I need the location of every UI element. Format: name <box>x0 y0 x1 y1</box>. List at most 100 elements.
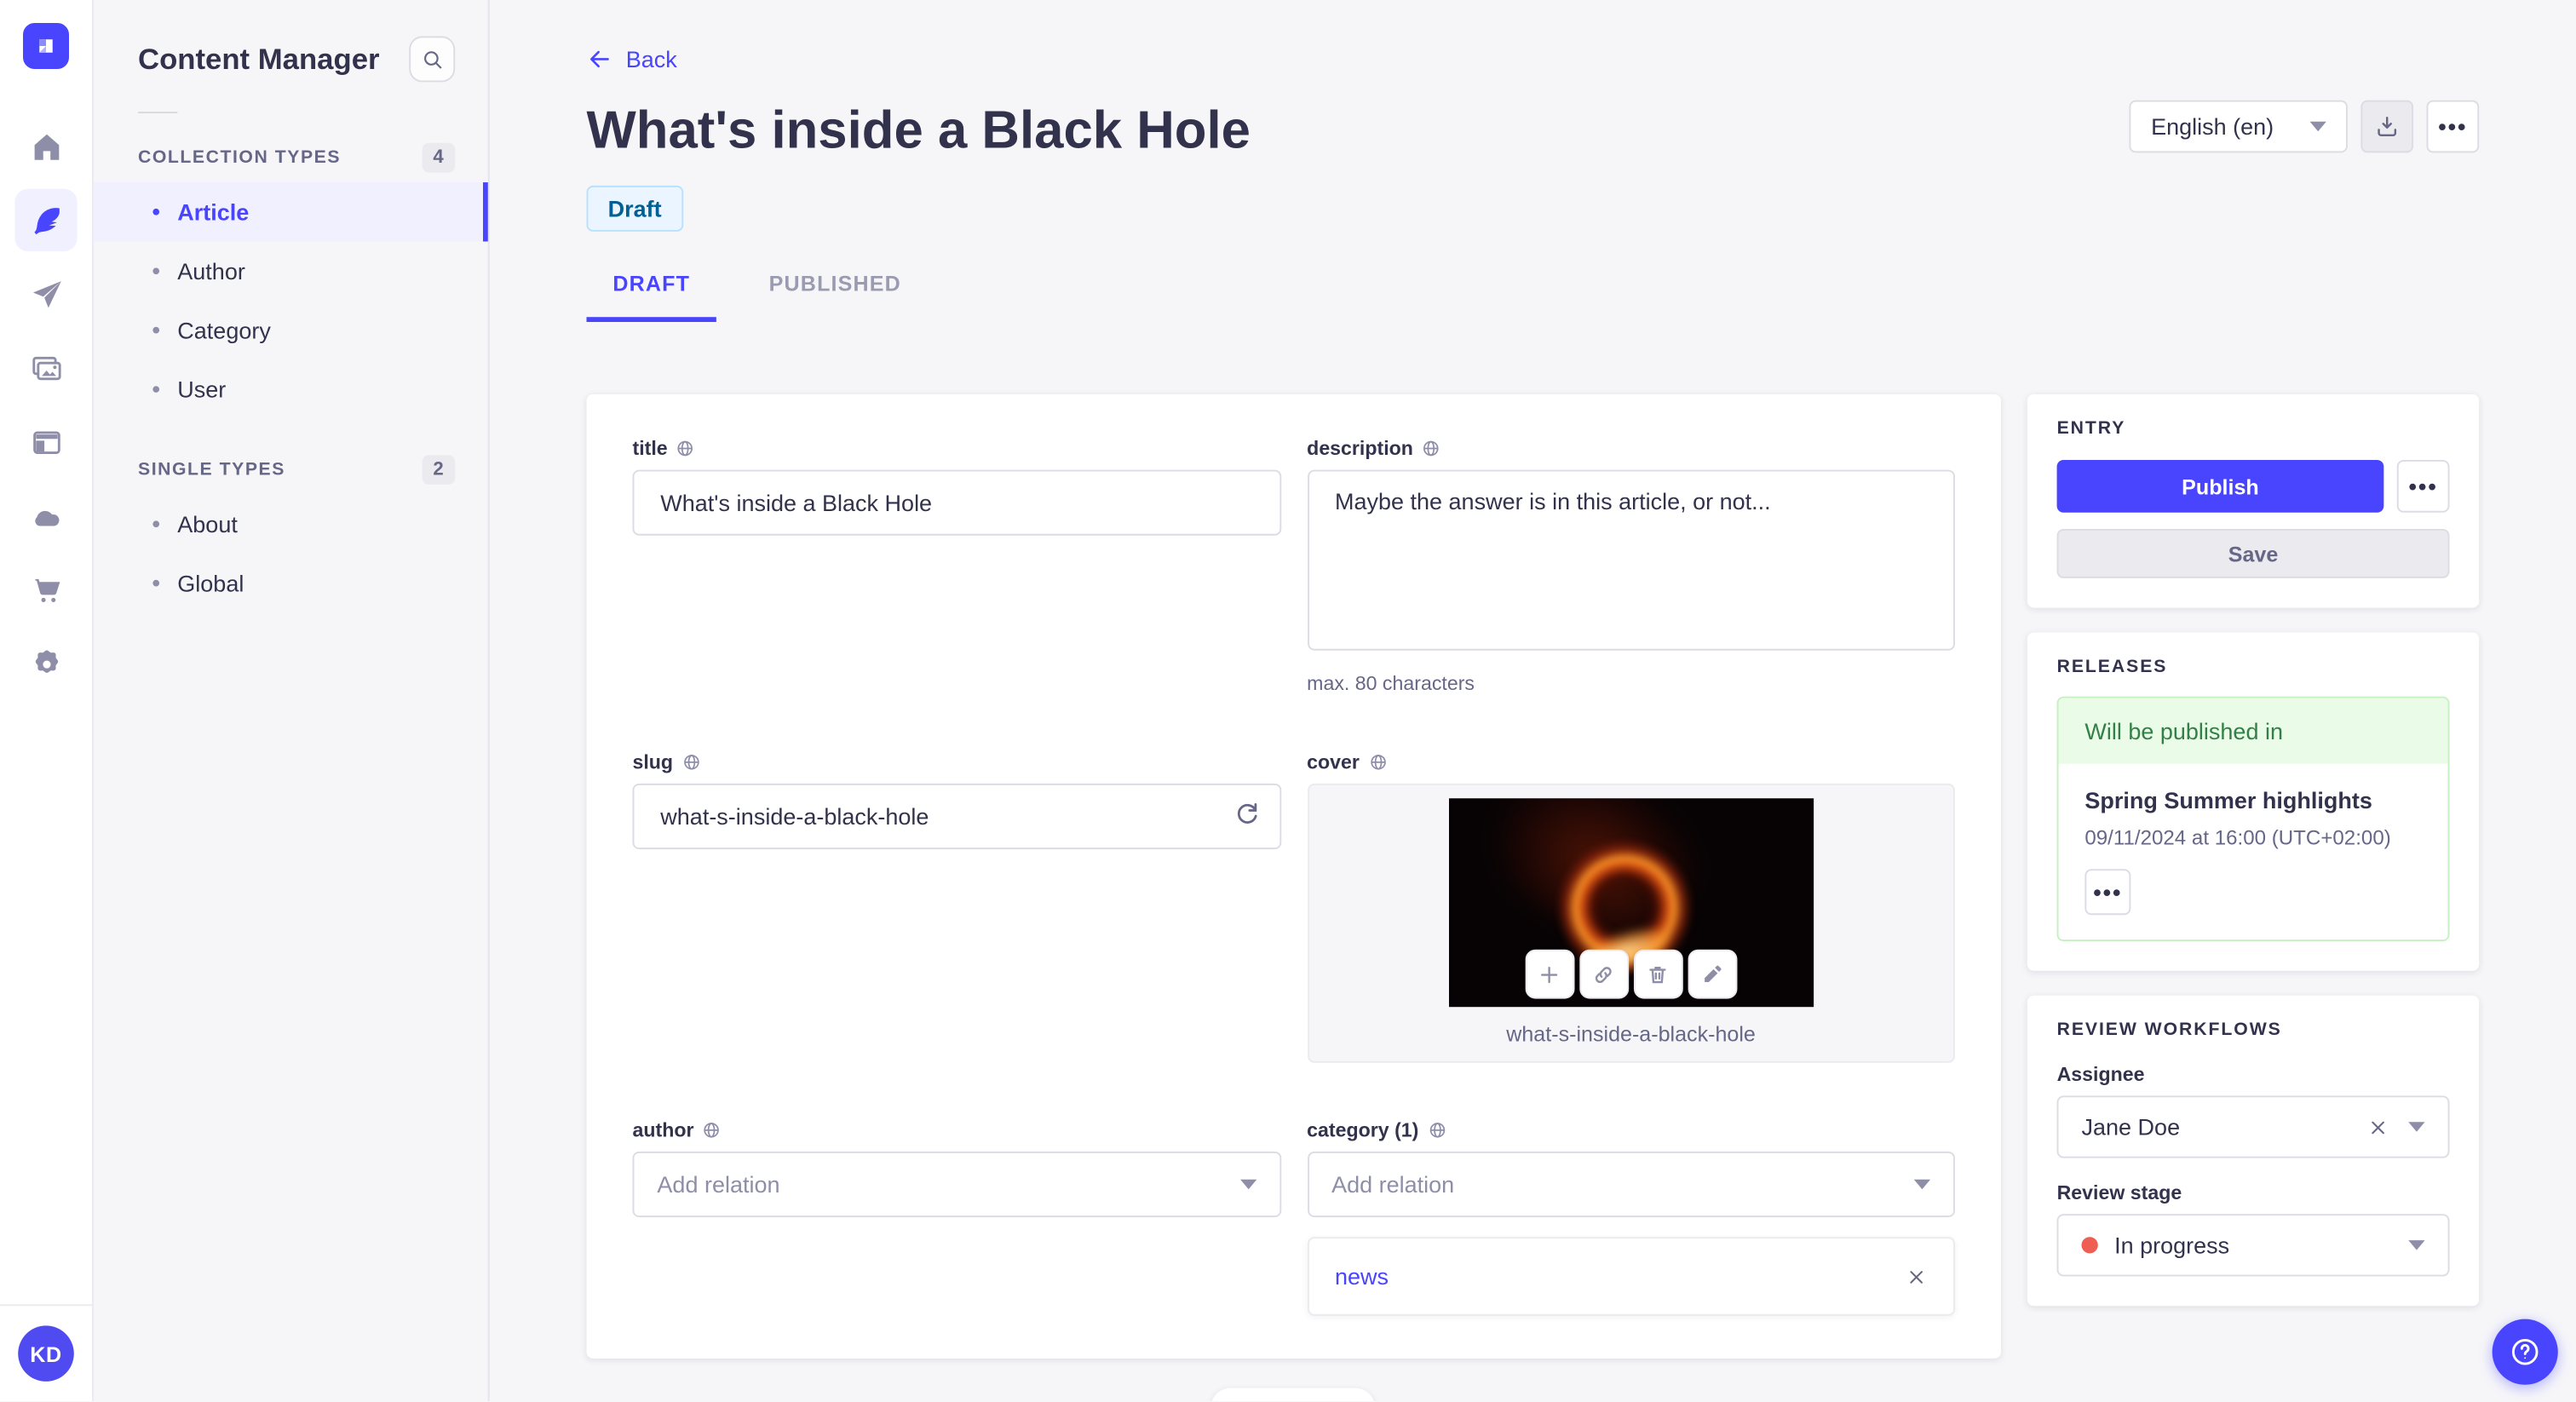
author-placeholder: Add relation <box>657 1171 780 1198</box>
bullet-dot <box>152 520 160 528</box>
globe-icon <box>1429 1123 1445 1138</box>
globe-icon <box>678 440 693 457</box>
search-icon <box>423 50 441 68</box>
trash-icon <box>1649 965 1667 983</box>
settings-icon[interactable] <box>14 632 77 694</box>
cover-image-black-hole <box>1448 798 1814 1008</box>
subnav-title: Content Manager <box>137 42 380 75</box>
home-icon[interactable] <box>14 115 77 177</box>
content-type-builder-icon[interactable] <box>14 411 77 473</box>
subnav-divider <box>137 112 178 114</box>
bullet-dot <box>152 208 160 215</box>
collection-types-list: Article Author Category User <box>93 182 488 419</box>
marketplace-icon[interactable] <box>14 559 77 621</box>
globe-icon <box>683 755 699 770</box>
chevron-down-icon <box>1239 1179 1256 1190</box>
review-panel-header: REVIEW WORKFLOWS <box>2056 1020 2282 1040</box>
cover-carousel: what-s-inside-a-black-hole <box>1307 783 1955 1063</box>
category-relation-combobox[interactable]: Add relation <box>1307 1151 1955 1218</box>
header-more-button[interactable]: ••• <box>2426 100 2480 153</box>
sidebar-item-article[interactable]: Article <box>93 182 488 242</box>
user-avatar[interactable]: KD <box>18 1325 74 1382</box>
description-field-label: description <box>1307 436 1413 460</box>
link-icon <box>1596 966 1613 983</box>
arrow-left-icon <box>589 50 609 68</box>
single-types-count: 2 <box>421 455 456 485</box>
locale-value: English (en) <box>2151 113 2274 140</box>
page-title: What's inside a Black Hole <box>586 100 1251 160</box>
releases-icon[interactable] <box>14 263 77 325</box>
bullet-dot <box>152 579 160 587</box>
field-title: title <box>632 437 1281 536</box>
section-label-collection-types: COLLECTION TYPES <box>137 147 342 168</box>
delete-asset-button[interactable] <box>1633 949 1683 999</box>
strapi-logo-glyph <box>39 39 53 53</box>
sidebar-item-about[interactable]: About <box>94 494 488 553</box>
remove-relation-icon[interactable] <box>1906 1266 1927 1287</box>
chevron-down-icon <box>1913 1179 1931 1190</box>
export-button[interactable] <box>2360 100 2414 153</box>
back-link[interactable]: Back <box>586 45 677 72</box>
main-content: Back What's inside a Black Hole English … <box>490 0 2576 1402</box>
slug-input[interactable] <box>632 783 1281 850</box>
section-label-single-types: SINGLE TYPES <box>137 459 285 480</box>
chevron-down-icon <box>2408 1240 2425 1250</box>
sidebar-item-user[interactable]: User <box>94 359 488 418</box>
description-textarea[interactable]: Maybe the answer is in this article, or … <box>1307 469 1955 651</box>
locale-select[interactable]: English (en) <box>2129 100 2348 153</box>
regenerate-icon[interactable] <box>1231 800 1261 830</box>
bullet-dot <box>152 386 160 393</box>
category-field-label: category (1) <box>1307 1118 1419 1142</box>
title-input[interactable] <box>632 469 1281 536</box>
publish-button[interactable]: Publish <box>2056 459 2384 513</box>
sidebar-item-author[interactable]: Author <box>94 241 488 300</box>
review-stage-combobox[interactable]: In progress <box>2056 1214 2450 1277</box>
category-relation-news: news <box>1307 1237 1955 1316</box>
author-relation-combobox[interactable]: Add relation <box>632 1151 1281 1218</box>
assignee-value: Jane Doe <box>2081 1113 2181 1141</box>
single-types-list: About Global <box>94 494 488 612</box>
relation-link-news[interactable]: news <box>1335 1263 1389 1290</box>
search-button[interactable] <box>409 36 456 83</box>
slug-field-label: slug <box>632 750 674 774</box>
bullet-dot <box>152 326 160 334</box>
question-mark-icon <box>2511 1338 2539 1365</box>
stage-status-dot <box>2081 1237 2098 1254</box>
author-field-label: author <box>632 1118 694 1142</box>
edit-asset-button[interactable] <box>1688 949 1737 999</box>
stage-value: In progress <box>2114 1232 2230 1259</box>
next-section-peek <box>1210 1388 1376 1402</box>
add-asset-button[interactable] <box>1525 949 1575 999</box>
cloud-icon[interactable] <box>14 485 77 547</box>
release-more-button[interactable]: ••• <box>2084 869 2131 916</box>
copy-link-button[interactable] <box>1578 949 1629 999</box>
assignee-label: Assignee <box>2056 1062 2145 1086</box>
entry-form-card: title description Maybe the answe <box>586 394 2001 1359</box>
content-manager-subnav: Content Manager COLLECTION TYPES 4 Artic… <box>93 0 490 1402</box>
sidebar-item-category[interactable]: Category <box>94 301 488 359</box>
chevron-down-icon <box>2408 1122 2425 1132</box>
media-library-icon[interactable] <box>14 336 77 399</box>
field-author: author Add relation <box>632 1118 1281 1218</box>
entry-more-button[interactable]: ••• <box>2396 459 2450 513</box>
back-label: Back <box>625 45 677 72</box>
clear-assignee-icon[interactable] <box>2367 1116 2389 1137</box>
download-icon <box>2378 116 2397 137</box>
chevron-down-icon <box>2309 121 2326 132</box>
sidebar-item-label: Author <box>177 257 245 284</box>
strapi-logo[interactable] <box>22 22 69 69</box>
sidebar-item-global[interactable]: Global <box>94 554 488 612</box>
side-panels: ENTRY Publish ••• Save RELEASES Will be … <box>2027 394 2480 1359</box>
ellipsis-icon: ••• <box>2438 113 2468 140</box>
field-slug: slug <box>632 750 1281 850</box>
content-manager-icon[interactable] <box>14 188 78 252</box>
globe-icon <box>1423 440 1439 457</box>
tab-published[interactable]: PUBLISHED <box>743 271 928 322</box>
help-button[interactable] <box>2492 1319 2558 1385</box>
tab-draft[interactable]: DRAFT <box>586 271 716 322</box>
field-cover: cover what-s-inside-a-black-hole <box>1307 750 1955 1063</box>
save-button[interactable]: Save <box>2056 528 2450 578</box>
category-placeholder: Add relation <box>1331 1171 1455 1198</box>
assignee-combobox[interactable]: Jane Doe <box>2056 1095 2450 1158</box>
cover-filename: what-s-inside-a-black-hole <box>1506 1021 1756 1047</box>
